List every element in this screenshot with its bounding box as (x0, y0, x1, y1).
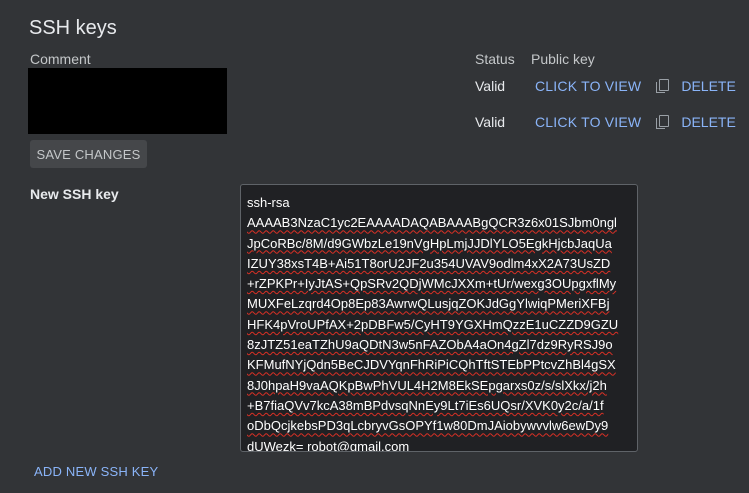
key-line: dUWezk= robot@gmail.com (247, 438, 410, 452)
delete-button[interactable]: DELETE (681, 78, 735, 94)
status-column-header: Status (475, 51, 515, 67)
ssh-key-row: Valid CLICK TO VIEW DELETE (475, 76, 736, 96)
key-line: AAAAB3NzaC1yc2EAAAADAQABAAABgQCR3z6x01SJ… (247, 215, 617, 231)
click-to-view-button[interactable]: CLICK TO VIEW (535, 78, 641, 94)
redacted-comment-block (28, 68, 227, 134)
key-line: 8zJTZ51eaTZhU9aQDtN3w5nFAZObA4aOn4gZl7dz… (247, 337, 613, 353)
key-line: JpCoRBc/8M/d9GWbzLe19nVgHpLmjJJDlYLO5Egk… (247, 235, 612, 251)
ssh-key-row: Valid CLICK TO VIEW DELETE (475, 112, 736, 132)
delete-button[interactable]: DELETE (681, 114, 735, 130)
copy-icon[interactable] (655, 78, 671, 94)
add-new-ssh-key-button[interactable]: ADD NEW SSH KEY (34, 464, 158, 479)
key-line: 8J0hpaH9vaAQKpBwPhVUL4H2M8EkSEpgarxs0z/s… (247, 377, 607, 393)
new-ssh-key-textarea[interactable]: ssh-rsa AAAAB3NzaC1yc2EAAAADAQABAAABgQCR… (240, 184, 638, 452)
new-ssh-key-label: New SSH key (30, 186, 119, 202)
key-line: IZUY38xsT4B+Ai51T8orU2JF2u354UVAV9odlm4x… (247, 255, 611, 271)
page-title: SSH keys (29, 17, 117, 39)
save-changes-button[interactable]: SAVE CHANGES (30, 140, 147, 168)
copy-icon[interactable] (655, 114, 671, 130)
key-line: ssh-rsa (247, 195, 290, 210)
key-line: MUXFeLzqrd4Op8Ep83AwrwQLusjqZOKJdGgYlwiq… (247, 296, 610, 312)
key-line: +rZPKPr+IyJtAS+QpSRv2QDjWMcJXXm+tUr/wexg… (247, 276, 617, 292)
public-key-column-header: Public key (531, 51, 595, 67)
comment-column-header: Comment (30, 51, 91, 67)
status-value: Valid (475, 114, 506, 130)
click-to-view-button[interactable]: CLICK TO VIEW (535, 114, 641, 130)
key-line: HFK4pVroUPfAX+2pDBFw5/CyHT9YGXHmQzzE1uCZ… (247, 316, 619, 332)
key-line: oDbQcjkebsPD3qLcbryvGsOPYf1w80DmJAiobywv… (247, 418, 609, 434)
key-line: KFMufNYjQdn5BeCJDVYqnFhRiPiCQhTftSTEbPPt… (247, 357, 616, 373)
status-value: Valid (475, 78, 506, 94)
key-line: +B7fiaQVv7kcA38mBPdvsqNnEy9Lt7iEs6UQsr/X… (247, 397, 604, 413)
